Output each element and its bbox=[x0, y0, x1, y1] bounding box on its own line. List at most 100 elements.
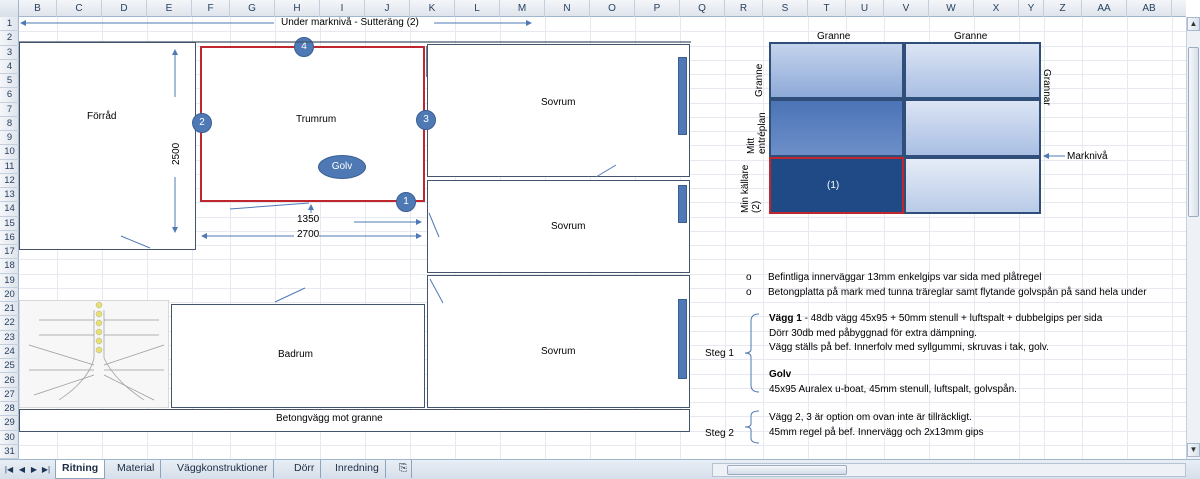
marker-2[interactable]: 2 bbox=[192, 113, 212, 133]
vertical-scrollbar[interactable]: ▲ ▼ bbox=[1186, 17, 1200, 459]
column-header-l[interactable]: L bbox=[455, 0, 500, 17]
row-header-22[interactable]: 22 bbox=[0, 316, 19, 331]
horizontal-scroll-thumb[interactable] bbox=[727, 465, 847, 475]
column-header-v[interactable]: V bbox=[884, 0, 929, 17]
marker-3[interactable]: 3 bbox=[416, 110, 436, 130]
diagram-cell-granne-left[interactable] bbox=[769, 42, 904, 99]
row-header-24[interactable]: 24 bbox=[0, 345, 19, 360]
diagram-left-top-label: Granne bbox=[754, 63, 765, 97]
vertical-scroll-thumb[interactable] bbox=[1188, 47, 1199, 217]
row-header-1[interactable]: 1 bbox=[0, 17, 19, 32]
row-header-5[interactable]: 5 bbox=[0, 74, 19, 89]
room-sovrum-3[interactable] bbox=[427, 275, 690, 408]
door-sovrum-3[interactable] bbox=[678, 299, 687, 379]
gridline-vertical bbox=[1082, 17, 1083, 459]
row-header-8[interactable]: 8 bbox=[0, 117, 19, 132]
row-header-11[interactable]: 11 bbox=[0, 160, 19, 174]
row-header-28[interactable]: 28 bbox=[0, 402, 19, 417]
first-sheet-icon[interactable]: |◀ bbox=[3, 463, 15, 476]
select-all-corner[interactable] bbox=[0, 0, 19, 17]
tab-vaggkonstruktioner[interactable]: Väggkonstruktioner bbox=[171, 460, 275, 478]
row-header-20[interactable]: 20 bbox=[0, 288, 19, 303]
column-header-w[interactable]: W bbox=[929, 0, 974, 17]
marker-4[interactable]: 4 bbox=[294, 37, 314, 57]
row-header-31[interactable]: 31 bbox=[0, 445, 19, 460]
column-header-bar: B C D E F G H I J K L M N O P Q R S T U V W X Y Z AA AB bbox=[0, 0, 1186, 17]
tab-ritning[interactable]: Ritning bbox=[55, 460, 106, 479]
column-header-g[interactable]: G bbox=[230, 0, 275, 17]
row-header-29[interactable]: 29 bbox=[0, 416, 19, 431]
row-header-10[interactable]: 10 bbox=[0, 145, 19, 160]
column-header-x[interactable]: X bbox=[974, 0, 1019, 17]
scroll-down-button[interactable]: ▼ bbox=[1187, 443, 1200, 457]
tab-dorr[interactable]: Dörr bbox=[288, 460, 322, 478]
row-header-14[interactable]: 14 bbox=[0, 202, 19, 217]
next-sheet-icon[interactable]: ▶ bbox=[28, 463, 40, 476]
gridline-horizontal bbox=[19, 444, 1186, 446]
row-header-15[interactable]: 15 bbox=[0, 217, 19, 231]
row-header-7[interactable]: 7 bbox=[0, 103, 19, 117]
tab-material[interactable]: Material bbox=[111, 460, 162, 478]
row-header-16[interactable]: 16 bbox=[0, 231, 19, 246]
row-header-25[interactable]: 25 bbox=[0, 359, 19, 374]
column-header-o[interactable]: O bbox=[590, 0, 635, 17]
column-header-c[interactable]: C bbox=[57, 0, 102, 17]
column-header-e[interactable]: E bbox=[147, 0, 192, 17]
column-header-t[interactable]: T bbox=[808, 0, 846, 17]
row-header-27[interactable]: 27 bbox=[0, 388, 19, 402]
prev-sheet-icon[interactable]: ◀ bbox=[16, 463, 28, 476]
room-forrad-label: Förråd bbox=[87, 111, 117, 122]
door-sovrum-1[interactable] bbox=[678, 57, 687, 135]
column-header-q[interactable]: Q bbox=[680, 0, 725, 17]
door-sovrum-2[interactable] bbox=[678, 185, 687, 223]
column-header-k[interactable]: K bbox=[410, 0, 455, 17]
column-header-z[interactable]: Z bbox=[1044, 0, 1082, 17]
marker-1[interactable]: 1 bbox=[396, 192, 416, 212]
room-sovrum-1[interactable] bbox=[427, 44, 690, 177]
row-header-4[interactable]: 4 bbox=[0, 60, 19, 75]
horizontal-scrollbar[interactable] bbox=[712, 463, 1186, 477]
worksheet-grid[interactable]: Under marknivå - Sutteräng (2) Förråd Tr… bbox=[19, 17, 1186, 459]
column-header-r[interactable]: R bbox=[725, 0, 763, 17]
column-header-s[interactable]: S bbox=[763, 0, 808, 17]
column-header-h[interactable]: H bbox=[275, 0, 320, 17]
last-sheet-icon[interactable]: ▶| bbox=[40, 463, 52, 476]
diagram-cell-mitt-right[interactable] bbox=[904, 99, 1041, 157]
column-header-p[interactable]: P bbox=[635, 0, 680, 17]
column-header-d[interactable]: D bbox=[102, 0, 147, 17]
diagram-cell-granne-right[interactable] bbox=[904, 42, 1041, 99]
dim-width-half-label: 1350 bbox=[297, 214, 320, 225]
row-header-30[interactable]: 30 bbox=[0, 431, 19, 445]
column-header-b[interactable]: B bbox=[19, 0, 57, 17]
column-header-ab[interactable]: AB bbox=[1127, 0, 1172, 17]
insert-sheet-icon[interactable]: ⎘ bbox=[395, 460, 413, 478]
row-header-21[interactable]: 21 bbox=[0, 302, 19, 317]
room-forrad[interactable] bbox=[19, 42, 196, 250]
row-header-19[interactable]: 19 bbox=[0, 274, 19, 288]
column-header-m[interactable]: M bbox=[500, 0, 545, 17]
marker-golv[interactable]: Golv bbox=[318, 155, 366, 179]
note-bullet-2: o Betongplatta på mark med tunna träregla… bbox=[746, 287, 1147, 298]
row-header-9[interactable]: 9 bbox=[0, 131, 19, 146]
column-header-i[interactable]: I bbox=[320, 0, 365, 17]
column-header-u[interactable]: U bbox=[846, 0, 884, 17]
row-header-3[interactable]: 3 bbox=[0, 46, 19, 60]
diagram-cell-mitt-left[interactable] bbox=[769, 99, 904, 157]
diagram-cell-kallare-right[interactable] bbox=[904, 157, 1041, 214]
row-header-26[interactable]: 26 bbox=[0, 374, 19, 388]
row-header-2[interactable]: 2 bbox=[0, 31, 19, 46]
column-header-f[interactable]: F bbox=[192, 0, 230, 17]
row-header-6[interactable]: 6 bbox=[0, 88, 19, 103]
steg1-line-3: Vägg ställs på bef. Innerfolv med syllgu… bbox=[769, 342, 1049, 353]
row-header-23[interactable]: 23 bbox=[0, 331, 19, 345]
column-header-n[interactable]: N bbox=[545, 0, 590, 17]
scroll-up-button[interactable]: ▲ bbox=[1187, 17, 1200, 31]
row-header-18[interactable]: 18 bbox=[0, 259, 19, 274]
column-header-aa[interactable]: AA bbox=[1082, 0, 1127, 17]
tab-inredning[interactable]: Inredning bbox=[329, 460, 386, 478]
row-header-13[interactable]: 13 bbox=[0, 188, 19, 203]
row-header-17[interactable]: 17 bbox=[0, 245, 19, 260]
row-header-12[interactable]: 12 bbox=[0, 174, 19, 189]
column-header-y[interactable]: Y bbox=[1019, 0, 1044, 17]
column-header-j[interactable]: J bbox=[365, 0, 410, 17]
